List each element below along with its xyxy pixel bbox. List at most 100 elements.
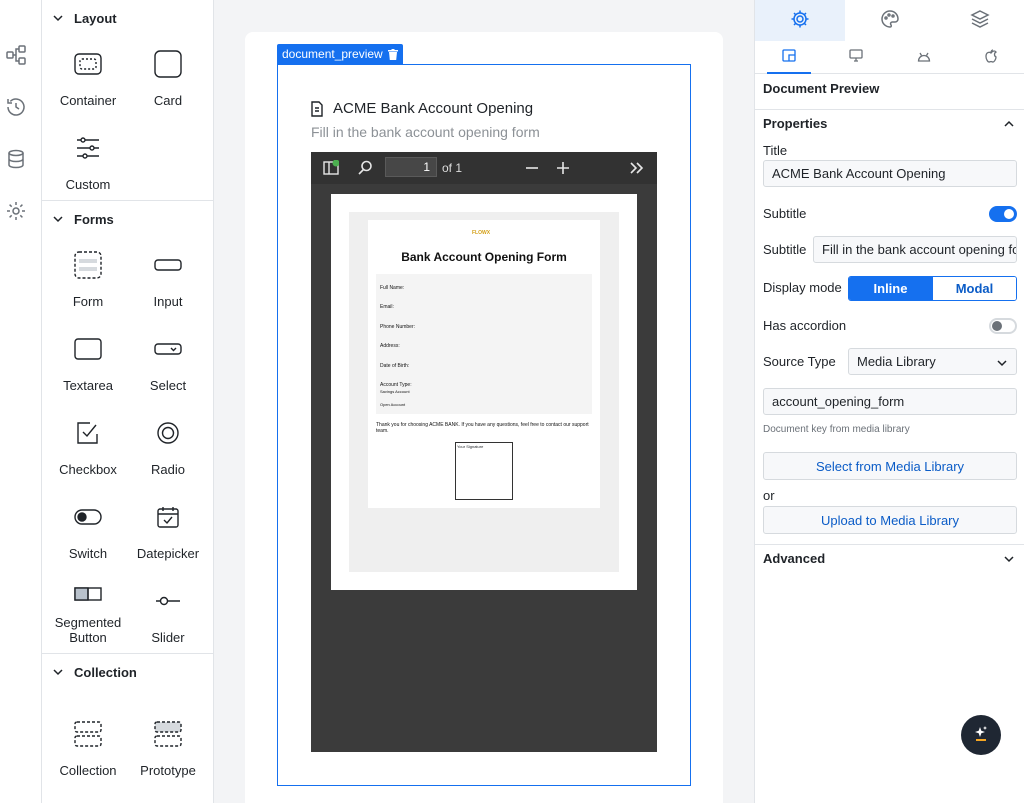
section-header-collection[interactable]: Collection — [42, 654, 213, 690]
palette-item-segmented-button[interactable]: Segmented Button — [48, 569, 128, 653]
apple-icon — [985, 48, 998, 66]
section-title: Layout — [74, 10, 117, 26]
palette-item-switch[interactable]: Switch — [48, 485, 128, 569]
palette-item-slider[interactable]: Slider — [128, 569, 208, 653]
chevron-down-icon[interactable] — [1003, 553, 1015, 568]
preview-title-text: ACME Bank Account Opening — [333, 100, 534, 117]
display-mode-modal[interactable]: Modal — [932, 277, 1016, 300]
subtitle-label: Subtitle — [763, 242, 807, 257]
tab-platform-ios[interactable] — [958, 41, 1024, 73]
input-icon — [154, 248, 182, 282]
document-option: Savings Account — [380, 389, 410, 394]
palette-item-select[interactable]: Select — [128, 317, 208, 401]
palette-item-input[interactable]: Input — [128, 237, 208, 317]
chevron-down-icon — [52, 213, 64, 225]
section-header-forms[interactable]: Forms — [42, 201, 213, 237]
card-icon — [154, 47, 182, 81]
history-icon[interactable] — [4, 95, 28, 119]
trash-icon[interactable] — [387, 48, 398, 60]
source-type-label: Source Type — [763, 354, 836, 369]
palette-item-label: Checkbox — [59, 462, 117, 477]
form-icon — [74, 248, 102, 282]
component-name: Document Preview — [763, 81, 880, 96]
palette-item-form[interactable]: Form — [48, 237, 128, 317]
palette-icon — [880, 9, 900, 32]
tools-menu-icon[interactable] — [629, 161, 645, 178]
palette-item-collection[interactable]: Collection — [48, 690, 128, 786]
document-key-hint: Document key from media library — [763, 424, 910, 435]
zoom-out-icon[interactable] — [525, 161, 539, 178]
document-key-input[interactable]: account_opening_form — [763, 388, 1017, 415]
palette-item-label: Input — [153, 294, 183, 309]
slider-icon — [154, 584, 182, 618]
container-icon — [74, 47, 102, 81]
palette-item-label: Prototype — [140, 763, 196, 778]
flow-diagram-icon[interactable] — [4, 43, 28, 67]
palette-item-label: Textarea — [63, 378, 113, 393]
left-rail — [0, 0, 42, 803]
pdf-viewer[interactable]: 1 of 1 FLOWX Bank Account Opening Form F… — [311, 152, 657, 752]
title-label: Title — [763, 143, 788, 158]
document-field-label: Phone Number: — [380, 324, 416, 330]
palette-item-label: Datepicker — [136, 546, 200, 561]
subtitle-input[interactable]: Fill in the bank account opening form — [813, 236, 1017, 263]
palette-item-prototype[interactable]: Prototype — [128, 690, 208, 786]
subtitle-toggle-label: Subtitle — [763, 206, 807, 221]
tab-styles[interactable] — [845, 0, 935, 41]
prototype-icon — [154, 717, 182, 751]
document-field-label: Address: — [380, 343, 400, 349]
has-accordion-toggle[interactable] — [989, 318, 1017, 334]
palette-item-checkbox[interactable]: Checkbox — [48, 401, 128, 485]
palette-item-custom[interactable]: Custom — [48, 116, 128, 200]
palette-item-card[interactable]: Card — [128, 36, 208, 116]
android-icon — [917, 50, 931, 65]
pdf-page-content: FLOWX Bank Account Opening Form Full Nam… — [349, 212, 619, 572]
advanced-header[interactable]: Advanced — [763, 551, 825, 566]
properties-header[interactable]: Properties — [763, 116, 827, 131]
settings-gear-icon[interactable] — [4, 199, 28, 223]
custom-icon — [75, 131, 101, 165]
document-field-label: Full Name: — [380, 285, 405, 291]
chevron-up-icon[interactable] — [1003, 118, 1015, 133]
palette-item-radio[interactable]: Radio — [128, 401, 208, 485]
ai-assistant-button[interactable] — [961, 715, 1001, 755]
tab-platform-web[interactable] — [823, 41, 891, 73]
segmented-button-icon — [74, 577, 102, 611]
checkbox-icon — [75, 416, 101, 450]
layers-icon — [970, 9, 990, 32]
palette-item-label: Select — [149, 378, 187, 393]
database-icon[interactable] — [4, 147, 28, 171]
section-title: Forms — [74, 211, 114, 227]
tab-platform-android[interactable] — [890, 41, 958, 73]
sidebar-toggle-icon[interactable] — [323, 159, 340, 179]
select-icon — [154, 332, 182, 366]
palette-item-label: Form — [72, 294, 104, 309]
page-number-input[interactable]: 1 — [385, 157, 437, 177]
tab-layers[interactable] — [935, 0, 1024, 41]
subtitle-toggle[interactable] — [989, 206, 1017, 222]
chevron-down-icon — [52, 12, 64, 24]
upload-to-media-library-button[interactable]: Upload to Media Library — [763, 506, 1017, 534]
selection-tag-label: document_preview — [282, 47, 383, 61]
search-icon[interactable] — [358, 160, 373, 178]
palette-item-textarea[interactable]: Textarea — [48, 317, 128, 401]
palette-item-label: Container — [59, 93, 117, 108]
layout-icon — [782, 49, 796, 65]
tab-settings[interactable] — [755, 0, 845, 41]
document-fields: Full Name: Email: Phone Number: Address:… — [376, 274, 592, 414]
tab-platform-all[interactable] — [755, 41, 823, 74]
selection-tag[interactable]: document_preview — [277, 44, 403, 64]
source-type-select[interactable]: Media Library — [848, 348, 1017, 375]
palette-item-datepicker[interactable]: Datepicker — [128, 485, 208, 569]
pdf-toolbar: 1 of 1 — [311, 152, 657, 184]
title-input[interactable]: ACME Bank Account Opening — [763, 160, 1017, 187]
document-field-label: Email: — [380, 304, 394, 310]
design-canvas[interactable]: document_preview ACME Bank Account Openi… — [214, 0, 754, 803]
palette-item-container[interactable]: Container — [48, 36, 128, 116]
or-text: or — [763, 488, 775, 503]
document-field-label: Date of Birth: — [380, 363, 410, 369]
display-mode-inline[interactable]: Inline — [849, 277, 932, 300]
section-header-layout[interactable]: Layout — [42, 0, 213, 36]
select-from-media-library-button[interactable]: Select from Media Library — [763, 452, 1017, 480]
zoom-in-icon[interactable] — [556, 161, 570, 178]
